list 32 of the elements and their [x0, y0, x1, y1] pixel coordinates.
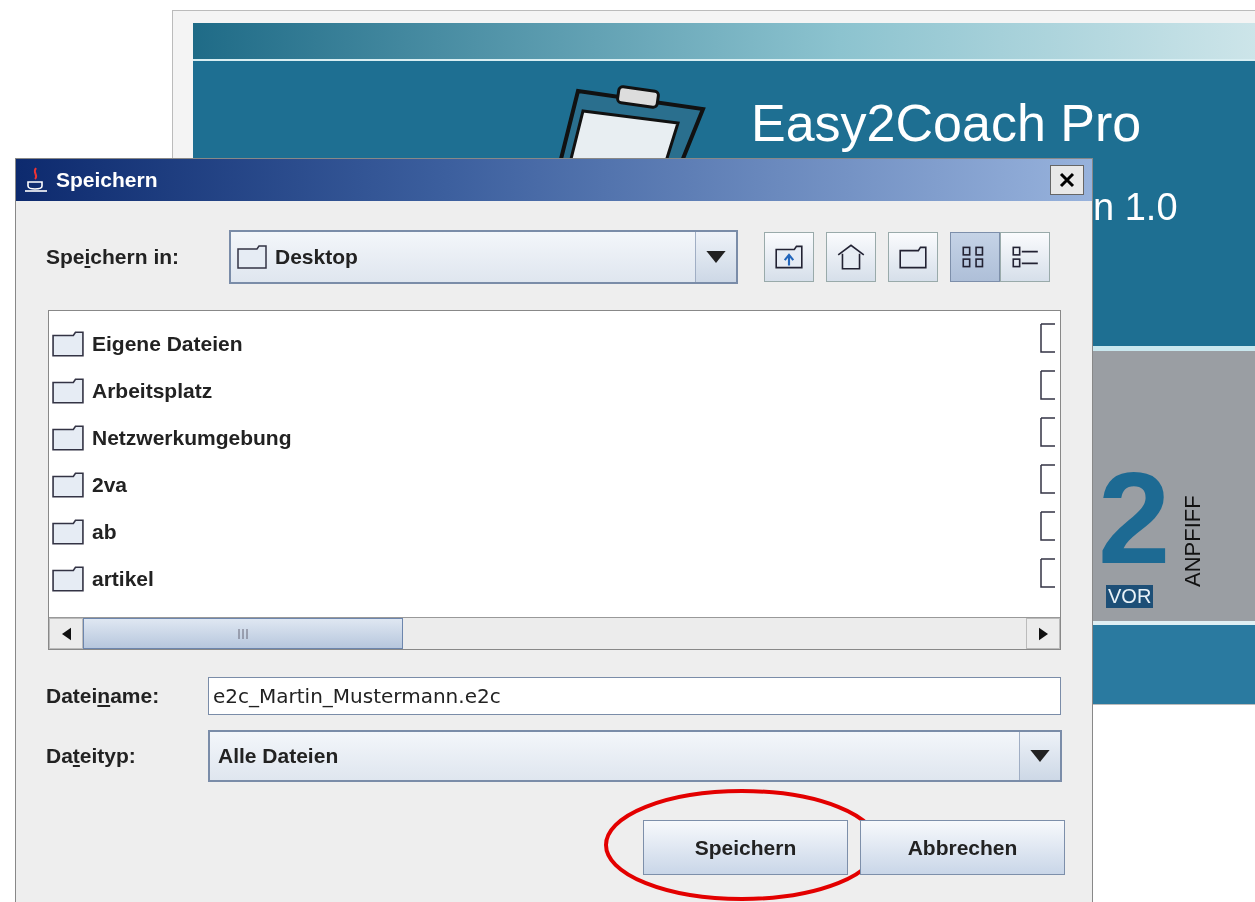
cancel-button[interactable]: Abbrechen	[860, 820, 1065, 875]
save-button[interactable]: Speichern	[643, 820, 848, 875]
window-title: Speichern	[56, 168, 158, 192]
logo-tagline: ANPFIFF	[1180, 494, 1206, 587]
app-title: Easy2Coach Pro	[751, 95, 1142, 153]
version-text: n 1.0	[1093, 186, 1178, 229]
scroll-right-icon[interactable]	[1038, 626, 1048, 641]
folder-item[interactable]: ab	[49, 508, 1039, 555]
close-icon	[1057, 170, 1077, 190]
cup-icon	[24, 167, 48, 193]
list-button[interactable]	[950, 232, 1000, 282]
file-name-label: Dateiname:	[46, 684, 161, 708]
folder-item[interactable]: Arbeitsplatz	[49, 367, 1039, 414]
folder-item[interactable]: Netzwerkumgebung	[49, 414, 1039, 461]
up-button[interactable]	[764, 232, 814, 282]
logo-text: VOR	[1106, 585, 1154, 608]
file-type-dropdown[interactable]: Alle Dateien	[208, 730, 1062, 782]
horizontal-scrollbar[interactable]	[49, 617, 1060, 649]
folder-item[interactable]: Eigene Dateien	[49, 320, 1039, 367]
folder-item[interactable]: artikel	[49, 555, 1039, 602]
file-type-label: Dateityp:	[46, 744, 137, 768]
logo-numeral: 2	[1098, 463, 1171, 574]
file-name-field[interactable]: e2c_Martin_Mustermann.e2c	[208, 677, 1061, 715]
details-button[interactable]	[1000, 232, 1050, 282]
new-folder-button[interactable]	[888, 232, 938, 282]
home-button[interactable]	[826, 232, 876, 282]
save-in-label: Speichern in:	[46, 245, 181, 269]
grip-icon	[237, 627, 249, 640]
folder-item[interactable]: 2va	[49, 461, 1039, 508]
scroll-left-icon[interactable]	[61, 626, 71, 641]
close-button[interactable]	[1050, 165, 1084, 195]
folder-dropdown[interactable]: Desktop	[229, 230, 738, 284]
